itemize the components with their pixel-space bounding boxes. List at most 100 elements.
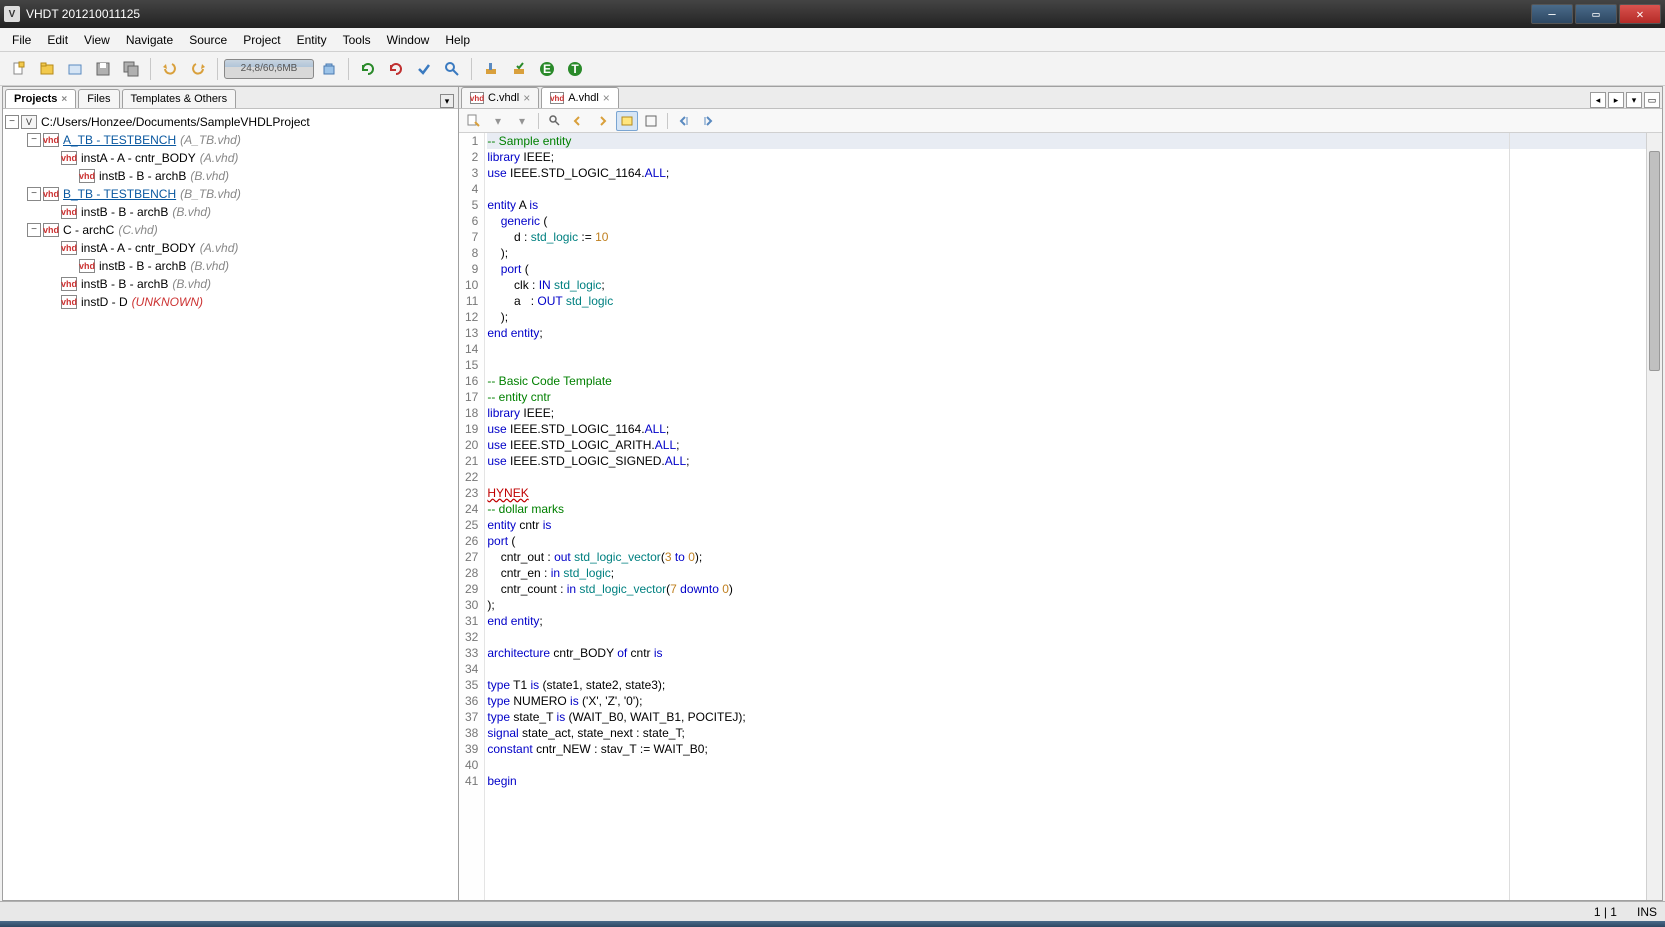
menu-help[interactable]: Help (437, 30, 478, 50)
clean-button[interactable] (478, 56, 504, 82)
minimize-button[interactable]: — (1531, 4, 1573, 24)
menu-window[interactable]: Window (379, 30, 438, 50)
menu-project[interactable]: Project (235, 30, 288, 50)
editor-tab-a-vhdl[interactable]: vhdA.vhdl× (541, 87, 619, 108)
new-file-button[interactable] (6, 56, 32, 82)
editor-tab-c-vhdl[interactable]: vhdC.vhdl× (461, 87, 539, 108)
panel-tab-files[interactable]: Files (78, 89, 119, 108)
code-line[interactable]: -- Sample entity (487, 133, 1646, 149)
code-line[interactable] (487, 757, 1646, 773)
panel-dropdown-icon[interactable]: ▾ (440, 94, 454, 108)
expander-icon[interactable]: − (5, 115, 19, 129)
code-line[interactable]: ); (487, 245, 1646, 261)
tree-item[interactable]: vhdinstB - B - archB(B.vhd) (5, 257, 456, 275)
panel-tab-projects[interactable]: Projects× (5, 89, 76, 108)
tree-item[interactable]: −vhdC - archC(C.vhd) (5, 221, 456, 239)
code-line[interactable]: constant cntr_NEW : stav_T := WAIT_B0; (487, 741, 1646, 757)
code-line[interactable]: type state_T is (WAIT_B0, WAIT_B1, POCIT… (487, 709, 1646, 725)
code-line[interactable]: end entity; (487, 613, 1646, 629)
code-line[interactable]: -- entity cntr (487, 389, 1646, 405)
tab-scroll-left-icon[interactable]: ◂ (1590, 92, 1606, 108)
code-line[interactable]: library IEEE; (487, 149, 1646, 165)
code-line[interactable]: ); (487, 309, 1646, 325)
tab-maximize-icon[interactable]: ▭ (1644, 92, 1660, 108)
search-button[interactable] (439, 56, 465, 82)
code-line[interactable]: clk : IN std_logic; (487, 277, 1646, 293)
menu-tools[interactable]: Tools (335, 30, 379, 50)
code-line[interactable]: cntr_en : in std_logic; (487, 565, 1646, 581)
code-line[interactable]: d : std_logic := 10 (487, 229, 1646, 245)
vertical-scrollbar[interactable] (1646, 133, 1662, 900)
code-line[interactable]: type NUMERO is ('X', 'Z', '0'); (487, 693, 1646, 709)
code-line[interactable] (487, 629, 1646, 645)
code-line[interactable]: type T1 is (state1, state2, state3); (487, 677, 1646, 693)
code-line[interactable]: use IEEE.STD_LOGIC_1164.ALL; (487, 421, 1646, 437)
code-line[interactable] (487, 181, 1646, 197)
tree-item[interactable]: −vhdA_TB - TESTBENCH(A_TB.vhd) (5, 131, 456, 149)
menu-view[interactable]: View (76, 30, 118, 50)
reload-button[interactable] (383, 56, 409, 82)
code-line[interactable]: architecture cntr_BODY of cntr is (487, 645, 1646, 661)
undo-button[interactable] (157, 56, 183, 82)
nav-back-button[interactable]: ▾ (487, 111, 509, 131)
tab-scroll-right-icon[interactable]: ▸ (1608, 92, 1624, 108)
tree-root[interactable]: −VC:/Users/Honzee/Documents/SampleVHDLPr… (5, 113, 456, 131)
shift-left-button[interactable] (673, 111, 695, 131)
nav-fwd-button[interactable]: ▾ (511, 111, 533, 131)
entity-e-button[interactable]: E (534, 56, 560, 82)
close-icon[interactable]: × (61, 94, 67, 105)
menu-entity[interactable]: Entity (289, 30, 335, 50)
code-line[interactable]: port ( (487, 533, 1646, 549)
open-project-button[interactable] (62, 56, 88, 82)
tree-item[interactable]: vhdinstD - D(UNKNOWN) (5, 293, 456, 311)
code-line[interactable]: entity A is (487, 197, 1646, 213)
tree-item[interactable]: −vhdB_TB - TESTBENCH(B_TB.vhd) (5, 185, 456, 203)
code-lines[interactable]: -- Sample entitylibrary IEEE;use IEEE.ST… (485, 133, 1646, 900)
bookmark-button[interactable] (640, 111, 662, 131)
code-line[interactable]: a : OUT std_logic (487, 293, 1646, 309)
tree-item[interactable]: vhdinstB - B - archB(B.vhd) (5, 203, 456, 221)
new-project-button[interactable] (34, 56, 60, 82)
code-line[interactable]: begin (487, 773, 1646, 789)
code-line[interactable]: signal state_act, state_next : state_T; (487, 725, 1646, 741)
code-line[interactable]: HYNEK (487, 485, 1646, 501)
code-line[interactable]: cntr_out : out std_logic_vector(3 to 0); (487, 549, 1646, 565)
code-line[interactable]: entity cntr is (487, 517, 1646, 533)
find-next-button[interactable] (592, 111, 614, 131)
code-line[interactable] (487, 469, 1646, 485)
close-button[interactable]: ✕ (1619, 4, 1661, 24)
maximize-button[interactable]: ▭ (1575, 4, 1617, 24)
menu-edit[interactable]: Edit (39, 30, 76, 50)
code-line[interactable] (487, 341, 1646, 357)
code-line[interactable]: use IEEE.STD_LOGIC_SIGNED.ALL; (487, 453, 1646, 469)
find-selection-button[interactable] (544, 111, 566, 131)
tree-item[interactable]: vhdinstB - B - archB(B.vhd) (5, 275, 456, 293)
code-line[interactable]: library IEEE; (487, 405, 1646, 421)
scroll-thumb[interactable] (1649, 151, 1660, 371)
entity-t-button[interactable]: T (562, 56, 588, 82)
last-edit-button[interactable] (463, 111, 485, 131)
window-resize-bar[interactable] (0, 921, 1665, 927)
menu-navigate[interactable]: Navigate (118, 30, 181, 50)
memory-indicator[interactable]: 24,8/60,6MB (224, 59, 314, 79)
code-line[interactable]: ); (487, 597, 1646, 613)
code-line[interactable]: -- Basic Code Template (487, 373, 1646, 389)
gc-button[interactable] (316, 56, 342, 82)
code-line[interactable] (487, 357, 1646, 373)
code-line[interactable]: port ( (487, 261, 1646, 277)
expander-icon[interactable]: − (27, 133, 41, 147)
code-line[interactable]: use IEEE.STD_LOGIC_1164.ALL; (487, 165, 1646, 181)
build-check-button[interactable] (506, 56, 532, 82)
tree-item[interactable]: vhdinstA - A - cntr_BODY(A.vhd) (5, 239, 456, 257)
redo-button[interactable] (185, 56, 211, 82)
code-line[interactable]: end entity; (487, 325, 1646, 341)
tree-item[interactable]: vhdinstB - B - archB(B.vhd) (5, 167, 456, 185)
code-line[interactable]: -- dollar marks (487, 501, 1646, 517)
save-button[interactable] (90, 56, 116, 82)
expander-icon[interactable]: − (27, 187, 41, 201)
code-editor[interactable]: 1234567891011121314151617181920212223242… (459, 133, 1662, 900)
refresh-button[interactable] (355, 56, 381, 82)
close-icon[interactable]: × (603, 91, 610, 105)
toggle-highlight-button[interactable] (616, 111, 638, 131)
shift-right-button[interactable] (697, 111, 719, 131)
